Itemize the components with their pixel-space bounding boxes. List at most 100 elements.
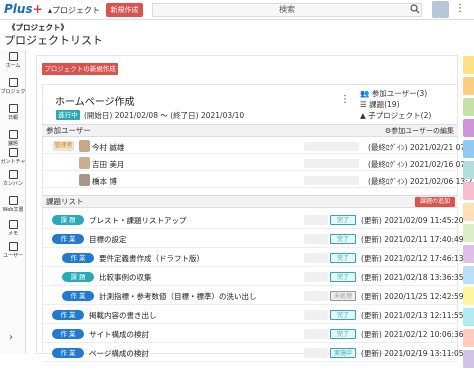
task-progress-field <box>304 234 328 244</box>
menu-dots-icon[interactable]: ⋮ <box>455 3 465 14</box>
chevron-right-icon[interactable]: › <box>9 332 13 343</box>
task-name[interactable]: 要件定義書作成（ドラフト版） <box>99 253 204 264</box>
task-type-badge: 課 題 <box>62 272 94 282</box>
task-row: 作 業ページ構成の検討 実施中 (更新) 2021/02/19 13:11:05 <box>42 344 464 362</box>
task-type-badge: 課 題 <box>52 215 84 225</box>
task-name[interactable]: 比較事例の収集 <box>99 272 152 283</box>
task-progress-field <box>304 329 328 339</box>
status-badge: 進行中 <box>56 110 80 120</box>
color-tab[interactable] <box>463 224 474 242</box>
report-icon <box>8 104 18 113</box>
task-progress-field <box>304 310 328 320</box>
task-name[interactable]: サイト構成の検討 <box>89 329 149 340</box>
last-login: (最終ﾛｸﾞｲﾝ) 2021/02/16 07:54:23 <box>368 160 474 169</box>
task-row: 作 業要件定義書作成（ドラフト版） 完了 (更新) 2021/02/12 17:46… <box>42 249 464 267</box>
participants-stat[interactable]: 👥 参加ユーザー(3) <box>360 88 431 99</box>
search-input[interactable]: 検索 <box>152 3 422 17</box>
sidebar-item-project[interactable]: プロジェク <box>0 78 26 95</box>
task-progress-field <box>304 291 328 301</box>
color-tab[interactable] <box>463 203 474 221</box>
color-tab[interactable] <box>463 245 474 263</box>
user-name[interactable]: 吉田 美月 <box>92 159 124 170</box>
color-tab[interactable] <box>463 350 474 368</box>
color-tab[interactable] <box>463 140 474 158</box>
task-name[interactable]: 計測指標・参考数値（目標・標準）の洗い出し <box>99 291 257 302</box>
color-tab[interactable] <box>463 56 474 74</box>
user-row: 橋本 博 (最終ﾛｸﾞｲﾝ) 2021/02/06 13:27:51 <box>42 173 474 188</box>
user-field <box>304 159 359 168</box>
color-tab[interactable] <box>463 119 474 137</box>
sidebar-item-document[interactable]: Web文書 <box>0 196 26 213</box>
last-login: (最終ﾛｸﾞｲﾝ) 2021/02/21 07:53:49 <box>368 143 474 152</box>
gantt-icon <box>8 148 18 157</box>
sidebar-item-home[interactable]: ホーム <box>0 52 26 69</box>
user-avatar[interactable] <box>432 1 449 18</box>
task-name[interactable]: ブレスト・課題リストアップ <box>89 215 187 226</box>
project-nav-link[interactable]: ▴プロジェクト <box>48 5 100 16</box>
task-type-badge: 作 業 <box>52 310 84 320</box>
task-progress-field <box>304 272 328 282</box>
color-tab[interactable] <box>463 182 474 200</box>
task-status-badge: 完了 <box>330 310 356 320</box>
users-section-title: 参加ユーザー <box>46 126 91 135</box>
task-updated: (更新) 2021/02/13 12:11:55 <box>361 311 464 320</box>
sidebar-item-memo[interactable]: メモ <box>0 220 26 237</box>
user-field <box>304 176 359 185</box>
task-row: 作 業掲載内容の書き出し 完了 (更新) 2021/02/13 12:11:55 <box>42 306 464 324</box>
task-type-badge: 作 業 <box>62 291 94 301</box>
task-status-badge: 完了 <box>330 234 356 244</box>
memo-icon <box>8 220 18 229</box>
color-tab[interactable] <box>463 161 474 179</box>
new-project-button[interactable]: プロジェクトの新規作成 <box>42 63 118 75</box>
color-tab[interactable] <box>463 308 474 326</box>
app-logo[interactable]: Plus+ <box>4 2 43 16</box>
top-bar: Plus+ ▴プロジェクト 新規作成 検索 ⋮ <box>0 0 474 20</box>
sidebar-item-user[interactable]: ユーザー <box>0 242 26 259</box>
right-color-tabs <box>463 56 474 371</box>
task-type-badge: 作 業 <box>52 329 84 339</box>
search-icon[interactable] <box>410 4 420 17</box>
task-name[interactable]: 掲載内容の書き出し <box>89 310 157 321</box>
task-row: 作 業サイト構成の検討 完了 (更新) 2021/02/12 10:06:36 <box>42 325 464 343</box>
task-name[interactable]: 目標の設定 <box>89 234 127 245</box>
task-type-badge: 作 業 <box>52 348 84 358</box>
subprojects-stat[interactable]: ▲ 子プロジェクト(2) <box>360 110 431 121</box>
task-progress-field <box>304 215 328 225</box>
task-row: 課 題比較事例の収集 完了 (更新) 2021/02/18 13:36:35 <box>42 268 464 286</box>
task-progress-field <box>304 348 328 358</box>
task-row: 作 業目標の設定 完了 (更新) 2021/02/11 17:40:49 <box>42 230 464 248</box>
users-section-header: 参加ユーザー ⚙参加ユーザーの編集 <box>42 124 458 137</box>
task-row: 作 業計測指標・参考数値（目標・標準）の洗い出し 未処理 (更新) 2020/11/… <box>42 287 464 305</box>
project-menu-icon[interactable]: ⋮ <box>340 94 350 105</box>
edit-participants-button[interactable]: ⚙参加ユーザーの編集 <box>385 125 454 137</box>
home-icon <box>8 52 18 61</box>
task-updated: (更新) 2020/11/25 12:42:59 <box>361 292 464 301</box>
new-create-button[interactable]: 新規作成 <box>106 3 143 17</box>
user-name[interactable]: 橋本 博 <box>92 176 117 187</box>
avatar <box>79 140 90 152</box>
tasks-section-header: 課題リスト 課題の追加 <box>42 195 458 208</box>
color-tab[interactable] <box>463 329 474 347</box>
task-status-badge: 完了 <box>330 329 356 339</box>
sidebar: ホーム プロジェク 日報 課題 ガントチャ カンバン Web文書 メモ ユーザー… <box>0 50 26 354</box>
sidebar-item-report[interactable]: 日報 <box>0 104 26 121</box>
project-name[interactable]: ホームページ作成 <box>55 93 135 108</box>
task-type-badge: 作 業 <box>62 253 94 263</box>
color-tab[interactable] <box>463 287 474 305</box>
add-task-button[interactable]: 課題の追加 <box>415 197 455 207</box>
color-tab[interactable] <box>463 266 474 284</box>
avatar <box>79 174 90 186</box>
user-name[interactable]: 今村 誠雄 <box>92 142 124 153</box>
avatar <box>79 157 90 169</box>
sidebar-item-kanban[interactable]: カンバン <box>0 170 26 187</box>
tasks-stat[interactable]: ☰ 課題(19) <box>360 99 431 110</box>
sidebar-item-task[interactable]: 課題 <box>0 130 26 147</box>
sidebar-item-gantt[interactable]: ガントチャ <box>0 148 26 165</box>
admin-badge: 管理者 <box>53 141 74 151</box>
document-icon <box>8 196 18 205</box>
task-progress-field <box>304 253 328 263</box>
color-tab[interactable] <box>463 77 474 95</box>
user-icon <box>8 242 18 251</box>
task-updated: (更新) 2021/02/12 10:06:36 <box>361 330 464 339</box>
color-tab[interactable] <box>463 98 474 116</box>
